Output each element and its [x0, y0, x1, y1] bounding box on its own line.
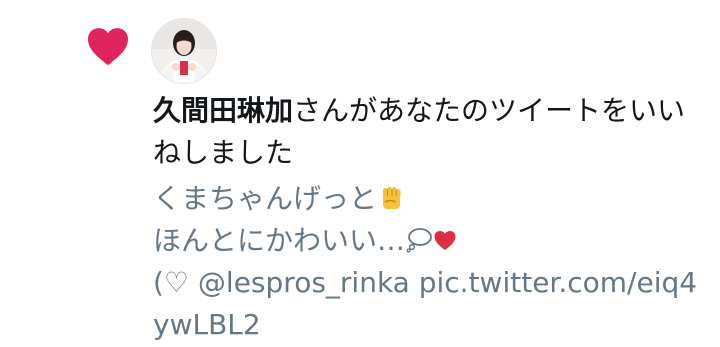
like-notification[interactable]: 久間田琳加さんがあなたのツイートをいいねしました くまちゃんげっと ほんとにかわ… — [0, 0, 720, 347]
avatar-image — [152, 19, 216, 83]
thought-bubble-icon — [406, 228, 432, 253]
notification-content: 久間田琳加さんがあなたのツイートをいいねしました くまちゃんげっと ほんとにかわ… — [153, 90, 698, 346]
tweet-line-1: くまちゃんげっと — [153, 178, 698, 220]
avatar[interactable] — [151, 18, 217, 84]
heart-icon — [88, 28, 128, 66]
tweet-line-3[interactable]: (♡ @lespros_rinka pic.twitter.com/eiq4yw… — [153, 262, 698, 346]
raised-fist-icon — [383, 187, 401, 209]
tweet-line-2-text: ほんとにかわいい… — [153, 224, 406, 257]
tweet-line-1-text: くまちゃんげっと — [153, 182, 378, 215]
tweet-text[interactable]: くまちゃんげっと ほんとにかわいい… (♡ @lespros_rinka pic… — [153, 178, 698, 346]
user-name[interactable]: 久間田琳加 — [153, 94, 293, 127]
notification-headline: 久間田琳加さんがあなたのツイートをいいねしました — [153, 90, 698, 174]
tweet-line-2: ほんとにかわいい… — [153, 220, 698, 262]
red-heart-icon — [434, 231, 456, 250]
